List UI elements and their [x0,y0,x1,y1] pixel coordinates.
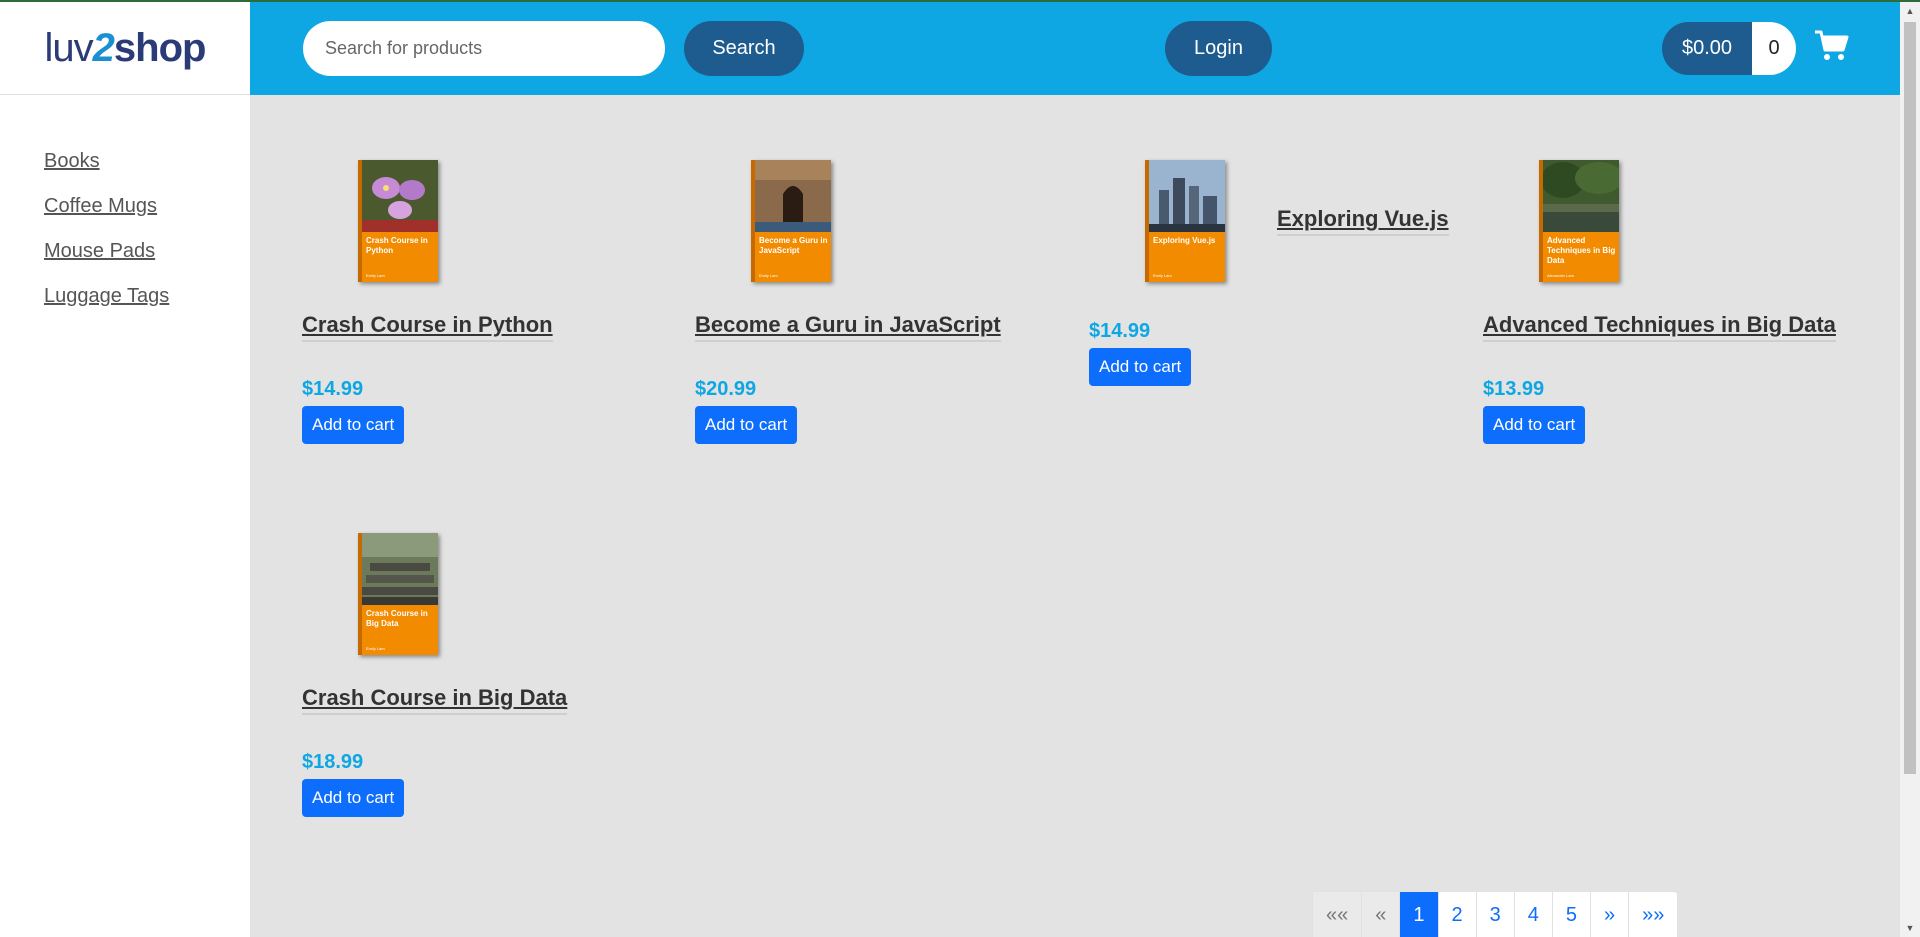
stone-steps-photo [362,533,438,605]
add-to-cart-button[interactable]: Add to cart [302,406,405,444]
book-cover-image[interactable]: Advanced Techniques in Big Data Alexande… [1539,160,1619,282]
book-cover-author: Alexander Lam [1547,273,1574,278]
sidebar-link-books[interactable]: Books [44,150,100,173]
book-cover-title: Exploring Vue.js [1153,236,1216,245]
add-to-cart-button[interactable]: Add to cart [302,779,405,817]
product-name-link[interactable]: Crash Course in Big Data [302,685,568,715]
pagination-next[interactable]: » [1591,892,1630,937]
cart-status[interactable]: $0.00 0 [1662,22,1796,75]
pagination-first[interactable]: «« [1313,892,1363,937]
product-name-link[interactable]: Exploring Vue.js [1277,206,1449,236]
doorway-photo [755,160,831,232]
category-menu: Books Coffee Mugs Mouse Pads Luggage Tag… [44,150,169,330]
search-input[interactable] [303,21,665,76]
book-cover-author: Emily Lam [1153,273,1172,278]
pagination-prev[interactable]: « [1362,892,1401,937]
book-cover-image[interactable]: Crash Course in Big Data Emily Lam [358,533,438,655]
sidebar: luv2shop Books Coffee Mugs Mouse Pads Lu… [0,2,250,937]
logo-two: 2 [92,25,115,70]
book-cover-title: Advanced Techniques in Big Data [1547,236,1616,265]
product-name-link[interactable]: Crash Course in Python [302,312,553,342]
logo[interactable]: luv2shop [0,2,250,95]
sidebar-link-luggage-tags[interactable]: Luggage Tags [44,285,169,308]
sidebar-item-books: Books [44,150,169,195]
book-cover-image[interactable]: Become a Guru in JavaScript Emily Lam [751,160,831,282]
book-cover-title: Become a Guru in JavaScript [759,236,828,255]
logo-text: luv2shop [44,25,207,71]
sidebar-item-luggage-tags: Luggage Tags [44,285,169,330]
logo-shop: shop [113,25,207,70]
pagination-page-4[interactable]: 4 [1515,892,1553,937]
scrollbar-thumb[interactable] [1904,22,1916,774]
book-cover-author: Emily Lam [366,273,385,278]
cart-total: $0.00 [1662,22,1752,75]
product-price: $14.99 [1089,320,1151,342]
add-to-cart-button[interactable]: Add to cart [695,406,798,444]
pagination-last[interactable]: »» [1629,892,1677,937]
header-bar: Search Login $0.00 0 [250,2,1900,95]
shopping-cart-icon[interactable] [1813,28,1849,64]
product-price: $20.99 [695,378,757,400]
add-to-cart-button[interactable]: Add to cart [1089,348,1192,386]
logo-luv: luv [44,25,94,70]
cart-quantity: 0 [1752,22,1796,75]
search-button[interactable]: Search [684,21,804,76]
city-skyline-photo [1149,160,1225,232]
product-price: $14.99 [302,378,364,400]
product-name-link[interactable]: Advanced Techniques in Big Data [1483,312,1836,342]
book-cover-image[interactable]: Crash Course in Python Emily Lam [358,160,438,282]
vertical-scrollbar[interactable]: ▲ ▼ [1900,2,1920,937]
sidebar-item-coffee-mugs: Coffee Mugs [44,195,169,240]
book-cover-author: Emily Lam [366,646,385,651]
product-price: $13.99 [1483,378,1545,400]
book-cover-image[interactable]: Exploring Vue.js Emily Lam [1145,160,1225,282]
add-to-cart-button[interactable]: Add to cart [1483,406,1586,444]
pagination-page-5[interactable]: 5 [1553,892,1591,937]
book-cover-title: Crash Course in Big Data [366,609,428,628]
scroll-up-arrow-icon[interactable]: ▲ [1900,2,1920,20]
login-button[interactable]: Login [1165,21,1272,76]
product-price: $18.99 [302,751,364,773]
pagination-page-2[interactable]: 2 [1439,892,1477,937]
book-cover-author: Emily Lam [759,273,778,278]
sidebar-link-mouse-pads[interactable]: Mouse Pads [44,240,155,263]
scroll-down-arrow-icon[interactable]: ▼ [1900,919,1920,937]
sidebar-link-coffee-mugs[interactable]: Coffee Mugs [44,195,157,218]
pagination: «« « 1 2 3 4 5 » »» [1312,891,1679,937]
sidebar-item-mouse-pads: Mouse Pads [44,240,169,285]
product-name-link[interactable]: Become a Guru in JavaScript [695,312,1001,342]
pagination-page-1[interactable]: 1 [1400,892,1439,937]
flower-photo [362,160,438,232]
river-forest-photo [1543,160,1619,232]
pagination-page-3[interactable]: 3 [1477,892,1515,937]
book-cover-title: Crash Course in Python [366,236,428,255]
